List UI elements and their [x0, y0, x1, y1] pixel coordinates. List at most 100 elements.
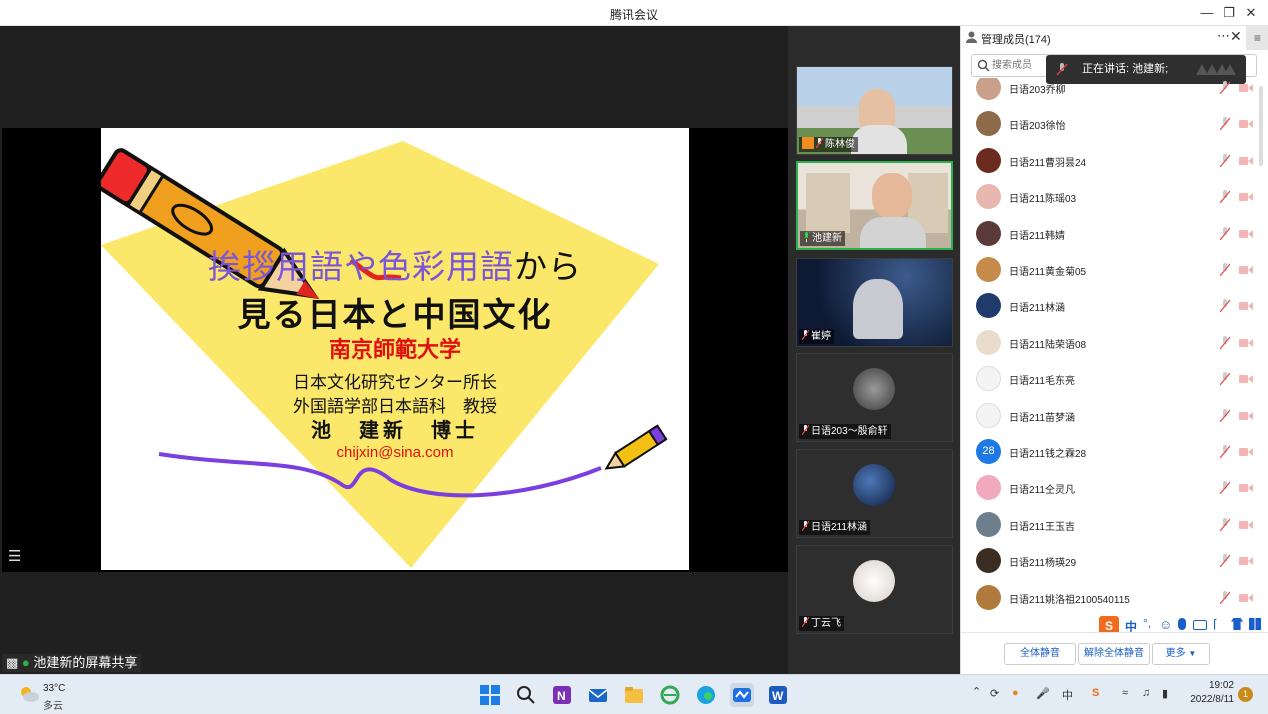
camera-off-icon[interactable]: [1239, 520, 1253, 530]
skin-icon[interactable]: [1231, 618, 1243, 630]
camera-off-icon[interactable]: [1239, 556, 1253, 566]
system-clock[interactable]: 19:02 2022/8/11: [1188, 679, 1234, 707]
start-icon[interactable]: [478, 683, 502, 707]
sync-icon[interactable]: ⟳: [990, 687, 999, 700]
screen-share-label: ▩ ● 池建新的屏幕共享: [2, 654, 142, 672]
camera-off-icon[interactable]: [1239, 229, 1253, 239]
member-row[interactable]: 日语211陈瑶03: [961, 179, 1257, 215]
member-list-scrollbar[interactable]: [1259, 86, 1263, 166]
volume-icon[interactable]: ♫: [1142, 687, 1150, 699]
search-icon[interactable]: [514, 683, 538, 707]
camera-off-icon[interactable]: [1239, 192, 1253, 202]
close-icon[interactable]: ✕: [1230, 28, 1242, 45]
member-row[interactable]: 日语211毛东亮: [961, 361, 1257, 397]
member-row[interactable]: 日语211苗梦涵: [961, 398, 1257, 434]
file-explorer-icon[interactable]: [622, 683, 646, 707]
edge-browser-icon[interactable]: [694, 683, 718, 707]
tencent-meeting-icon[interactable]: [730, 683, 754, 707]
onenote-icon[interactable]: N: [550, 683, 574, 707]
camera-off-icon[interactable]: [1239, 374, 1253, 384]
camera-off-icon[interactable]: [1239, 301, 1253, 311]
punctuation-icon[interactable]: °,: [1143, 616, 1151, 630]
member-row[interactable]: 日语211姚洛祖2100540115: [961, 580, 1257, 616]
sogou-tray-icon[interactable]: S: [1092, 687, 1099, 699]
video-tile-active-speaker[interactable]: 池建新: [796, 161, 953, 250]
microphone-icon[interactable]: 🎤: [1036, 687, 1050, 700]
mic-muted-icon[interactable]: [1220, 299, 1230, 313]
battery-icon[interactable]: ▮: [1162, 687, 1168, 700]
member-name: 日语211姚洛祖2100540115: [1009, 594, 1130, 606]
member-row[interactable]: 日语211韩婧: [961, 216, 1257, 252]
chevron-up-icon[interactable]: ⌃: [972, 685, 981, 698]
mic-muted-icon[interactable]: [1220, 517, 1230, 531]
video-tile-name: 日语211林涵: [799, 520, 870, 535]
member-row[interactable]: 日语211杨瑛29: [961, 543, 1257, 579]
mic-muted-icon[interactable]: [1220, 117, 1230, 131]
member-row[interactable]: 日语203乔柳: [961, 78, 1257, 106]
video-tile[interactable]: 陈林俊: [796, 66, 953, 155]
wifi-icon[interactable]: ≈: [1122, 687, 1128, 699]
weather-widget[interactable]: 33°C 多云: [18, 681, 98, 712]
member-row[interactable]: 日语211黄金菊05: [961, 252, 1257, 288]
close-window-button[interactable]: ✕: [1238, 3, 1264, 23]
camera-off-icon[interactable]: [1239, 265, 1253, 275]
video-tile[interactable]: 日语203～殷俞轩: [796, 353, 953, 442]
mute-all-button[interactable]: 全体静音: [1004, 643, 1076, 665]
member-row[interactable]: 日语211仝灵凡: [961, 470, 1257, 506]
member-name: 日语211王玉吉: [1009, 521, 1075, 533]
camera-off-icon[interactable]: [1239, 156, 1253, 166]
slide-title-highlight: 挨拶用語や色彩用語: [208, 247, 514, 286]
camera-off-icon[interactable]: [1239, 593, 1253, 603]
mic-muted-icon[interactable]: [1220, 190, 1230, 204]
mic-muted-icon[interactable]: [1220, 445, 1230, 458]
video-tile[interactable]: 崔婷: [796, 258, 953, 347]
mail-icon[interactable]: [586, 683, 610, 707]
mic-muted-icon[interactable]: [1220, 226, 1230, 240]
taskbar: 33°C 多云 N W ⌃ ⟳ ● 🎤 中 S ≈ ♫ ▮ 19:02 2022…: [0, 674, 1268, 714]
mic-muted-icon[interactable]: [1220, 372, 1230, 386]
video-tile[interactable]: 日语211林涵: [796, 449, 953, 538]
video-tile[interactable]: 丁云飞: [796, 545, 953, 634]
member-row[interactable]: 日语211陆荣语08: [961, 325, 1257, 361]
mic-muted-icon: [802, 617, 809, 627]
word-icon[interactable]: W: [766, 683, 790, 707]
mic-muted-icon[interactable]: [1220, 81, 1230, 94]
mic-muted-icon[interactable]: [1220, 263, 1230, 276]
camera-off-icon[interactable]: [1239, 83, 1253, 93]
side-menu-button[interactable]: ≡: [1246, 26, 1268, 50]
camera-off-icon[interactable]: [1239, 338, 1253, 348]
unmute-all-button[interactable]: 解除全体静音: [1078, 643, 1150, 665]
member-avatar: [976, 147, 1001, 173]
more-button[interactable]: 更多 ▼: [1152, 643, 1210, 665]
mic-muted-icon[interactable]: [1220, 408, 1230, 422]
mic-muted-icon[interactable]: [1220, 590, 1230, 604]
ellipsis-icon[interactable]: ⋯: [1217, 28, 1230, 44]
camera-off-icon[interactable]: [1239, 447, 1253, 457]
member-row[interactable]: 日语211王玉吉: [961, 507, 1257, 543]
ie-browser-icon[interactable]: [658, 683, 682, 707]
qq-icon[interactable]: ●: [1012, 687, 1019, 699]
mic-muted-icon[interactable]: [1220, 554, 1230, 568]
member-row[interactable]: 日语211林涵: [961, 288, 1257, 324]
toolbox-icon[interactable]: ⌈: [1213, 617, 1218, 631]
keyboard-icon[interactable]: [1193, 620, 1207, 630]
slide-title-suffix: から: [514, 247, 582, 286]
camera-off-icon[interactable]: [1239, 119, 1253, 129]
list-icon[interactable]: ☰: [8, 548, 26, 566]
mic-muted-icon[interactable]: [1220, 335, 1230, 349]
camera-off-icon[interactable]: [1239, 411, 1253, 421]
voice-input-icon[interactable]: [1178, 618, 1186, 630]
member-row[interactable]: 日语211曹羽昙24: [961, 143, 1257, 179]
member-row[interactable]: 日语203徐怡: [961, 106, 1257, 142]
notification-badge[interactable]: 1: [1238, 687, 1253, 702]
member-name: 日语211杨瑛29: [1009, 558, 1077, 570]
ime-indicator[interactable]: 中: [1062, 687, 1073, 703]
emoji-icon[interactable]: ☺: [1159, 617, 1172, 632]
apps-icon[interactable]: [1249, 618, 1261, 630]
mic-muted-icon[interactable]: [1220, 481, 1230, 495]
camera-off-icon[interactable]: [1239, 483, 1253, 493]
mic-muted-icon[interactable]: [1220, 153, 1230, 167]
member-row[interactable]: 28 日语211钱之霖28: [961, 434, 1257, 470]
screen-share-icon: ▩: [6, 655, 19, 670]
participant-video: [859, 89, 895, 129]
